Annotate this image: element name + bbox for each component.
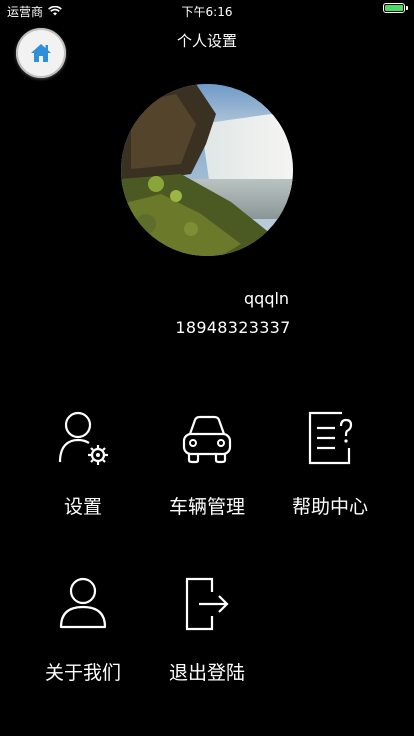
menu-label-about-us: 关于我们 xyxy=(44,662,121,684)
car-icon xyxy=(182,415,232,464)
menu-label-logout: 退出登陆 xyxy=(168,662,245,684)
menu-item-help-center[interactable]: 帮助中心 xyxy=(268,410,392,540)
menu-label-settings: 设置 xyxy=(63,496,102,518)
user-icon xyxy=(59,577,107,629)
help-document-icon xyxy=(308,411,353,465)
battery-indicator xyxy=(383,3,408,13)
battery-icon xyxy=(383,3,405,13)
menu-item-logout[interactable]: 退出登陆 xyxy=(145,576,269,706)
menu-label-help-center: 帮助中心 xyxy=(291,496,368,518)
menu-label-vehicle-management: 车辆管理 xyxy=(168,496,245,518)
phone-number: 18948323337 xyxy=(175,318,291,337)
avatar-image xyxy=(121,84,293,256)
status-time: 下午6:16 xyxy=(181,5,233,19)
status-bar: 运营商 下午6:16 xyxy=(0,0,414,22)
logout-icon xyxy=(185,577,229,631)
avatar[interactable] xyxy=(121,84,293,256)
menu-item-about-us[interactable]: 关于我们 xyxy=(21,576,145,706)
user-settings-icon xyxy=(58,411,108,465)
menu-item-settings[interactable]: 设置 xyxy=(21,410,145,540)
home-icon xyxy=(31,44,51,62)
username: qqqln xyxy=(244,289,290,308)
menu-item-vehicle-management[interactable]: 车辆管理 xyxy=(145,410,269,540)
home-button[interactable] xyxy=(16,28,66,78)
